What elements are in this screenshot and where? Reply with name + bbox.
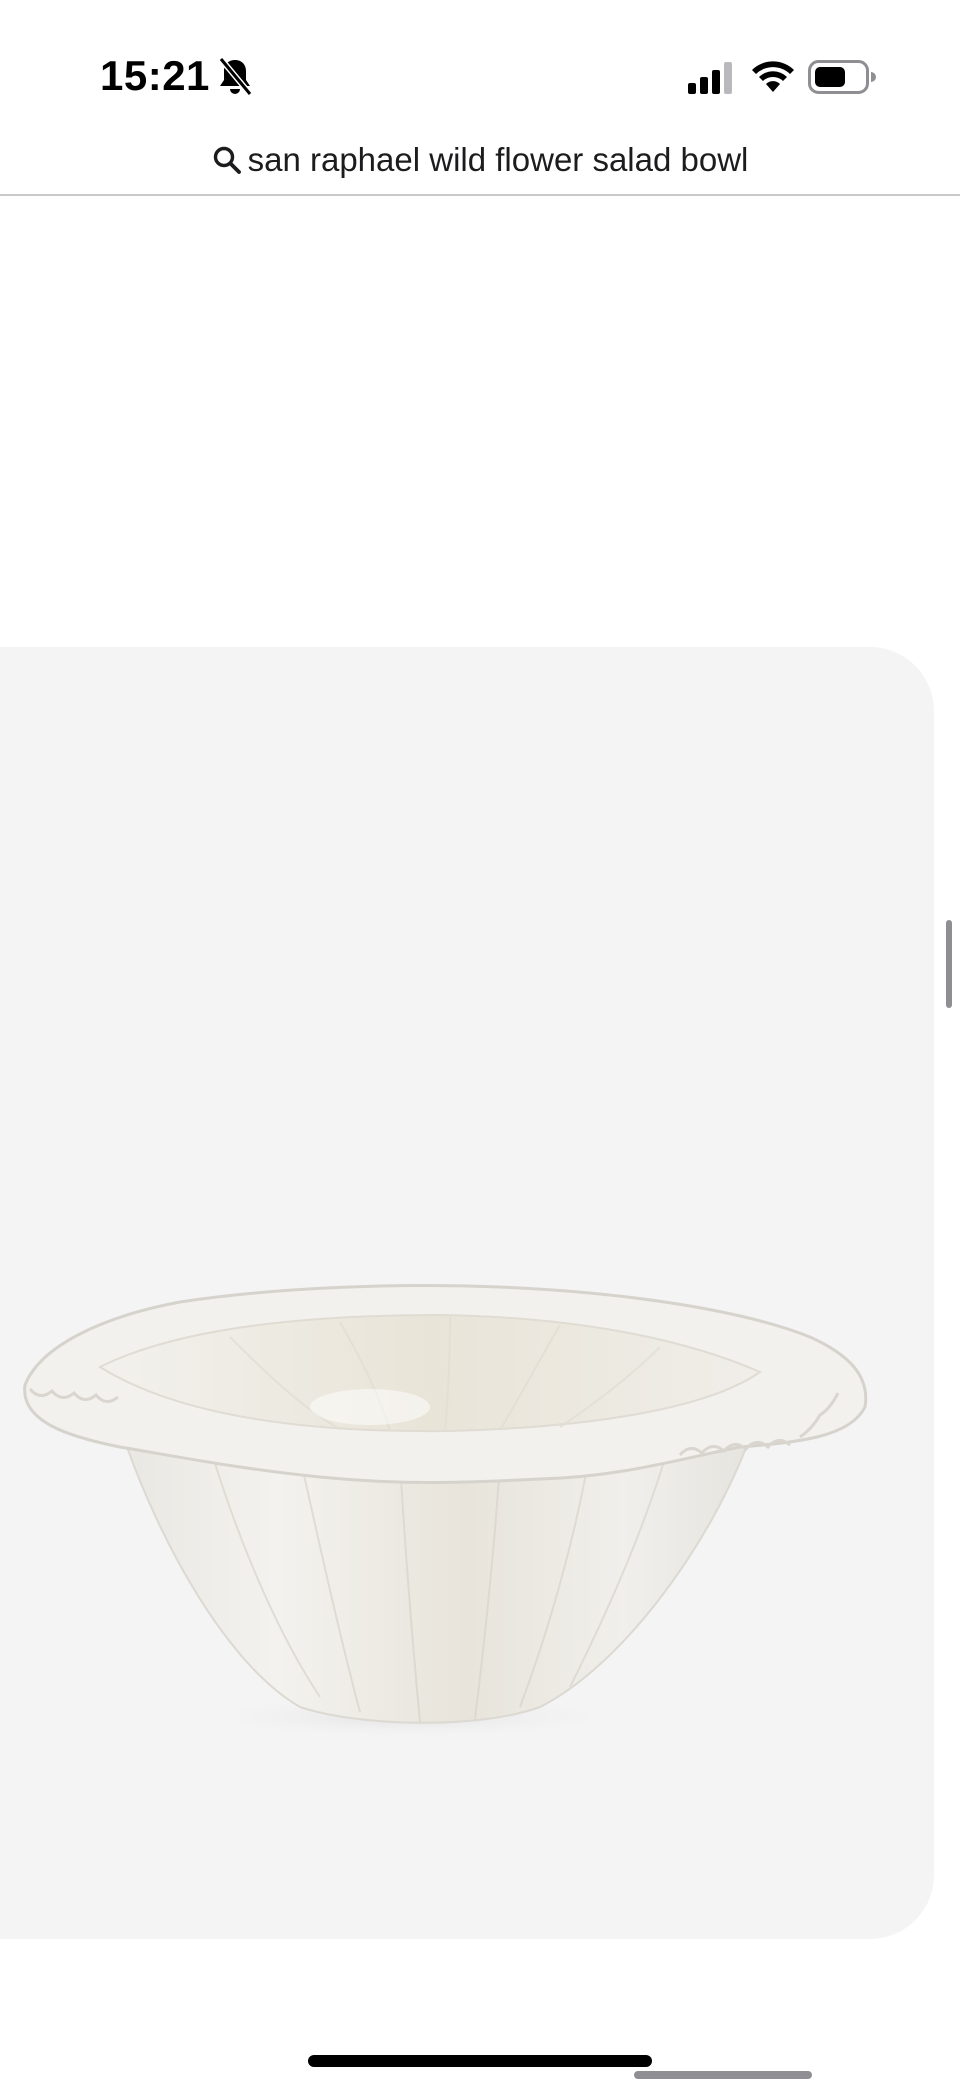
horizontal-scroll-indicator [634, 2071, 812, 2079]
scrollbar-thumb[interactable] [946, 920, 952, 1008]
search-query-text: san raphael wild flower salad bowl [247, 141, 749, 178]
battery-icon [808, 60, 876, 94]
status-time: 15:21 [100, 52, 210, 99]
bell-slash-icon [218, 57, 253, 96]
home-indicator[interactable] [308, 2055, 652, 2067]
white-flower-salad-bowl-image [23, 1284, 868, 1739]
search-bar[interactable]: san raphael wild flower salad bowl [0, 126, 960, 196]
status-bar: 15:21 [0, 0, 960, 140]
screen: 15:21 san raphael wild flower salad bowl [0, 0, 960, 2087]
search-icon [213, 146, 241, 174]
wifi-icon [752, 61, 794, 92]
product-image-card[interactable] [0, 647, 934, 1939]
cellular-signal-icon [688, 62, 732, 94]
search-field[interactable]: san raphael wild flower salad bowl [212, 141, 749, 179]
